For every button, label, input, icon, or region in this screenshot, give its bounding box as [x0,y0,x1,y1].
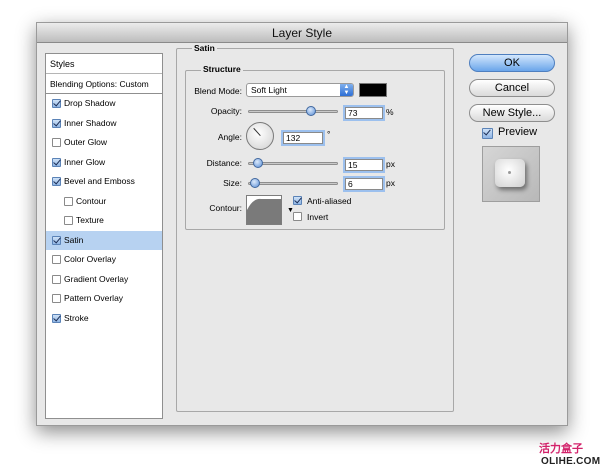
size-slider-track[interactable] [248,182,338,185]
style-checkbox[interactable] [52,118,61,128]
size-input[interactable]: 6 [345,178,383,190]
style-item-label: Outer Glow [64,137,107,147]
style-checkbox[interactable] [52,138,61,147]
style-checkbox[interactable] [52,235,61,245]
opacity-slider-track[interactable] [248,110,338,113]
style-item-label: Drop Shadow [64,98,116,108]
cancel-button[interactable]: Cancel [469,79,555,97]
invert-label: Invert [307,212,329,222]
style-item-drop-shadow[interactable]: Drop Shadow [46,94,162,114]
style-item-label: Texture [76,215,104,225]
opacity-unit: % [386,107,394,117]
style-item-label: Inner Shadow [64,117,117,128]
style-checkbox[interactable] [52,274,61,284]
styles-header[interactable]: Styles [46,54,162,74]
style-checkbox[interactable] [64,216,73,225]
angle-dial[interactable] [246,122,274,150]
invert-checkbox[interactable] [293,212,302,221]
styles-list: Styles Blending Options: Custom Drop Sha… [45,53,163,419]
dialog-title: Layer Style [37,23,567,43]
preview-label: Preview [498,126,538,138]
style-item-bevel-and-emboss[interactable]: Bevel and Emboss [46,172,162,192]
opacity-label: Opacity: [210,106,242,116]
blending-options-item[interactable]: Blending Options: Custom [46,74,162,94]
style-item-label: Gradient Overlay [64,273,129,284]
style-checkbox[interactable] [52,313,61,323]
style-item-outer-glow[interactable]: Outer Glow [46,133,162,153]
angle-label: Angle: [217,132,242,142]
angle-dial-hand [253,127,261,136]
style-item-inner-glow[interactable]: Inner Glow [46,153,162,173]
blend-mode-value: Soft Light [251,85,287,95]
style-item-label: Contour [76,195,107,206]
style-item-label: Pattern Overlay [64,293,124,303]
angle-input[interactable]: 132 [283,132,323,144]
watermark-latin: OLIHE.COM [541,456,600,467]
style-item-contour[interactable]: Contour [46,192,162,212]
style-item-pattern-overlay[interactable]: Pattern Overlay [46,289,162,309]
distance-input[interactable]: 15 [345,159,383,171]
style-item-label: Stroke [64,312,89,323]
contour-curve-icon [247,196,281,224]
style-checkbox[interactable] [52,99,61,108]
style-item-inner-shadow[interactable]: Inner Shadow [46,114,162,134]
distance-label: Distance: [206,158,242,168]
preview-shape [495,159,525,187]
style-item-satin[interactable]: Satin [46,230,162,250]
blend-mode-select[interactable]: Soft Light ▲ ▼ [246,83,354,97]
style-item-label: Satin [64,234,84,245]
style-checkbox[interactable] [52,177,61,186]
style-checkbox[interactable] [52,157,61,167]
blend-color-swatch[interactable] [359,83,387,97]
anti-aliased-label: Anti-aliased [307,196,352,206]
contour-picker[interactable] [246,195,282,225]
style-item-label: Inner Glow [64,156,106,167]
size-label: Size: [223,178,242,188]
style-checkbox[interactable] [52,294,61,303]
size-unit: px [386,178,395,188]
style-item-gradient-overlay[interactable]: Gradient Overlay [46,270,162,290]
contour-label: Contour: [209,203,242,213]
style-checkbox[interactable] [52,255,61,264]
angle-unit: ° [327,129,331,139]
blend-mode-label: Blend Mode: [194,86,242,96]
style-item-texture[interactable]: Texture [46,211,162,231]
anti-aliased-checkbox[interactable] [293,196,302,205]
distance-slider-thumb[interactable] [252,158,263,168]
preview-thumbnail [482,146,540,202]
structure-legend: Structure [201,64,243,74]
distance-unit: px [386,159,395,169]
ok-button[interactable]: OK [469,54,555,72]
satin-legend: Satin [192,43,217,53]
style-checkbox[interactable] [64,196,73,206]
watermark-chinese: 活力盒子 [539,443,583,455]
style-item-color-overlay[interactable]: Color Overlay [46,250,162,270]
opacity-input[interactable]: 73 [345,107,383,119]
chevron-updown-icon: ▲ ▼ [340,84,353,96]
preview-checkbox[interactable] [482,128,493,139]
style-item-label: Color Overlay [64,254,116,264]
style-item-stroke[interactable]: Stroke [46,309,162,329]
new-style-button[interactable]: New Style... [469,104,555,122]
style-item-label: Bevel and Emboss [64,176,135,186]
